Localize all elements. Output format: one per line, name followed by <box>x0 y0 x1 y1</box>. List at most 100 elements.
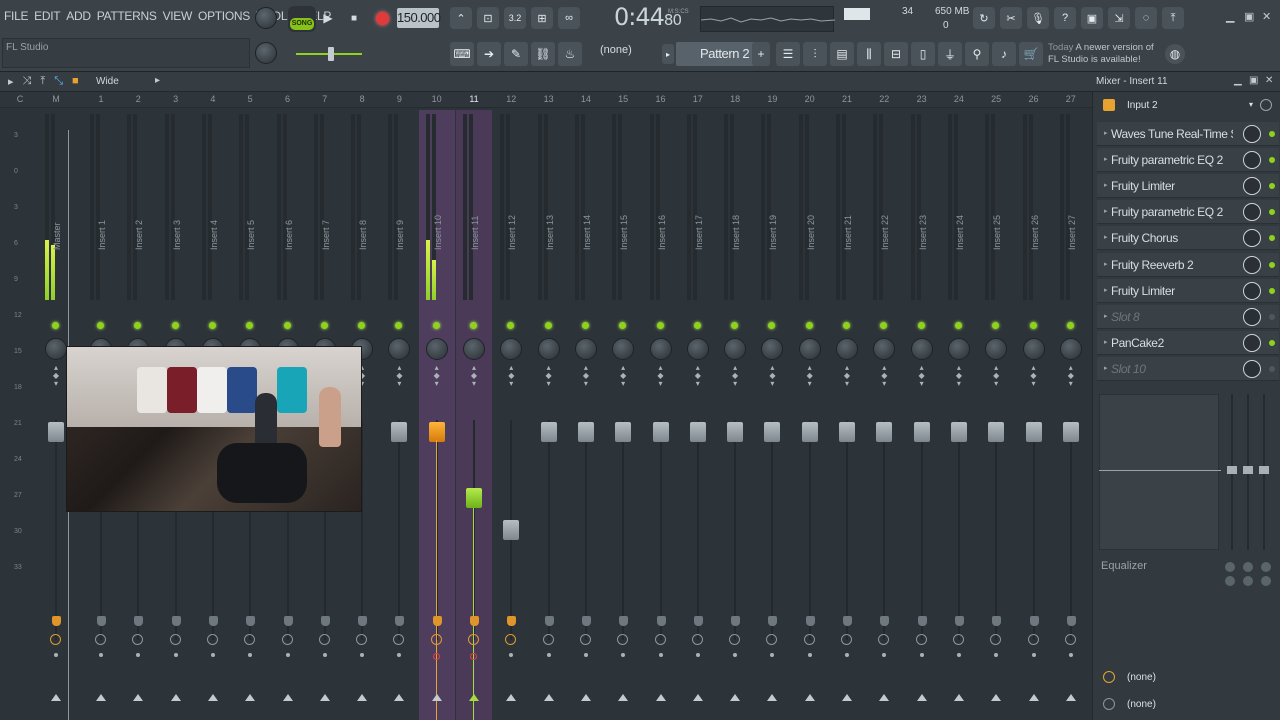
metronome-icon[interactable]: ⌃ <box>450 7 472 29</box>
record-arm-icon[interactable] <box>432 653 440 660</box>
record-arm-icon[interactable] <box>583 653 588 657</box>
eq-bw-knob[interactable] <box>1225 576 1235 586</box>
mixer-color-icon[interactable]: ■ <box>72 75 79 88</box>
slot-enable-led[interactable] <box>1269 235 1275 242</box>
strip-enable-led[interactable] <box>52 322 59 329</box>
volume-fader[interactable] <box>540 422 557 442</box>
pan-knob[interactable] <box>45 338 67 360</box>
slot-mix-knob[interactable] <box>1243 255 1261 274</box>
stereo-separation-icon[interactable]: ▴◆▾ <box>991 364 1001 388</box>
mixer-strip-insert[interactable]: Insert 10 ▴ ◆ ▾ <box>418 110 455 720</box>
blend-notes-icon[interactable]: ∞ <box>558 7 580 29</box>
record-arm-icon[interactable] <box>845 653 849 657</box>
pan-knob[interactable] <box>1022 338 1045 360</box>
wait-input-icon[interactable]: ⊡ <box>477 7 499 29</box>
effect-slot[interactable]: ▸ Fruity parametric EQ 2 <box>1097 200 1279 225</box>
record-arm-icon[interactable] <box>173 653 178 657</box>
stereo-separation-icon[interactable]: ▴◆▾ <box>842 364 852 388</box>
stereo-separation-icon[interactable]: ▴◆▾ <box>394 364 404 388</box>
mixer-strip-insert[interactable]: Insert 18 ▴ ◆ ▾ <box>717 110 753 720</box>
record-arm-icon[interactable] <box>322 653 327 657</box>
pan-knob[interactable] <box>798 338 821 360</box>
send-arrow-icon[interactable] <box>245 694 256 701</box>
pan-knob[interactable] <box>612 338 635 360</box>
slot-arrow-icon[interactable]: ▸ <box>1104 260 1108 268</box>
route-pin-icon[interactable] <box>208 616 218 626</box>
maximize-icon[interactable]: ▣ <box>1244 10 1254 23</box>
volume-fader[interactable] <box>466 488 482 508</box>
route-pin-icon[interactable] <box>656 616 666 626</box>
eq-freq-knob[interactable] <box>1261 562 1271 572</box>
record-arm-icon[interactable] <box>882 653 887 657</box>
route-ring-icon[interactable] <box>952 634 964 645</box>
layout-dropdown-icon[interactable]: ▸ <box>155 75 160 86</box>
volume-fader[interactable] <box>1025 422 1042 442</box>
mixer-layout-select[interactable]: Wide <box>96 76 119 87</box>
menu-patterns[interactable]: PATTERNS <box>97 9 157 23</box>
upload-icon[interactable]: ⤒ <box>1162 7 1184 29</box>
strip-enable-led[interactable] <box>134 322 142 329</box>
pencil-icon[interactable]: ✎ <box>504 42 528 66</box>
strip-enable-led[interactable] <box>395 322 403 329</box>
send-arrow-icon[interactable] <box>282 694 293 701</box>
route-ring-icon[interactable] <box>505 634 517 645</box>
strip-enable-led[interactable] <box>1029 322 1037 329</box>
slot-arrow-icon[interactable]: ▸ <box>1104 364 1108 372</box>
stereo-separation-icon[interactable]: ▴◆▾ <box>1029 364 1039 388</box>
strip-enable-led[interactable] <box>97 322 104 329</box>
eq-freq-knob[interactable] <box>1243 562 1253 572</box>
send-arrow-icon[interactable] <box>170 694 181 701</box>
slot-mix-knob[interactable] <box>1243 203 1261 222</box>
slot-enable-led[interactable] <box>1269 313 1275 320</box>
mixer-strip-insert[interactable]: Insert 11 ▴ ◆ ▾ <box>456 110 492 720</box>
strip-enable-led[interactable] <box>992 322 1000 329</box>
route-ring-icon[interactable] <box>803 634 815 645</box>
volume-fader[interactable] <box>950 422 967 442</box>
effect-slot[interactable]: ▸ PanCake2 <box>1097 330 1279 355</box>
slot-mix-knob[interactable] <box>1243 229 1261 248</box>
send-arrow-icon[interactable] <box>357 694 368 701</box>
help-icon[interactable]: ? <box>1054 7 1076 29</box>
mixer-tool-b-icon[interactable]: ⤒ <box>40 75 45 88</box>
record-arm-icon[interactable] <box>695 653 700 657</box>
channel-rack-icon[interactable]: ▤ <box>830 42 854 66</box>
news-globe-icon[interactable]: ◍ <box>1165 44 1185 64</box>
route-pin-icon[interactable] <box>880 616 890 626</box>
route-ring-icon[interactable] <box>841 634 852 645</box>
stereo-separation-icon[interactable]: ▴◆▾ <box>506 364 516 388</box>
record-arm-icon[interactable] <box>546 653 551 657</box>
stereo-separation-icon[interactable]: ▴◆▾ <box>954 364 964 388</box>
pan-knob[interactable] <box>724 338 747 360</box>
send-arrow-icon[interactable] <box>469 694 479 701</box>
record-arm-icon[interactable] <box>99 653 103 657</box>
send-arrow-icon[interactable] <box>1028 694 1039 701</box>
pan-knob[interactable] <box>1059 338 1082 360</box>
plugin-icon[interactable]: ♨ <box>558 42 582 66</box>
mixer-minimize-icon[interactable]: ▁ <box>1234 75 1242 86</box>
route-pin-icon[interactable] <box>395 616 405 626</box>
route-pin-icon[interactable] <box>917 616 927 626</box>
route-pin-icon[interactable] <box>693 616 703 626</box>
route-pin-icon[interactable] <box>432 616 442 626</box>
stereo-separation-icon[interactable]: ▴◆▾ <box>879 364 889 388</box>
record-arm-icon[interactable] <box>658 653 663 657</box>
record-arm-icon[interactable] <box>470 653 477 660</box>
send-arrow-icon[interactable] <box>207 694 218 701</box>
pan-knob[interactable] <box>836 338 858 360</box>
mixer-tool-a-icon[interactable]: ⤨ <box>23 75 32 88</box>
strip-enable-led[interactable] <box>843 322 850 329</box>
send-arrow-icon[interactable] <box>655 694 666 701</box>
route-pin-icon[interactable] <box>544 616 554 626</box>
route-pin-icon[interactable] <box>954 616 964 626</box>
strip-enable-led[interactable] <box>320 322 328 329</box>
slot-mix-knob[interactable] <box>1243 151 1261 170</box>
eq-fader-low[interactable] <box>1227 466 1237 474</box>
route-ring-icon[interactable] <box>95 634 106 645</box>
route-pin-icon[interactable] <box>768 616 778 626</box>
eq-bw-knob[interactable] <box>1243 576 1253 586</box>
send-arrow-icon[interactable] <box>580 694 591 701</box>
mixer-strip-insert[interactable]: Insert 15 ▴ ◆ ▾ <box>605 110 641 720</box>
stereo-separation-icon[interactable]: ▴◆▾ <box>917 364 927 388</box>
slot-mix-knob[interactable] <box>1243 177 1261 196</box>
audio-input-select[interactable]: Input 2 ▾ <box>1099 98 1255 114</box>
